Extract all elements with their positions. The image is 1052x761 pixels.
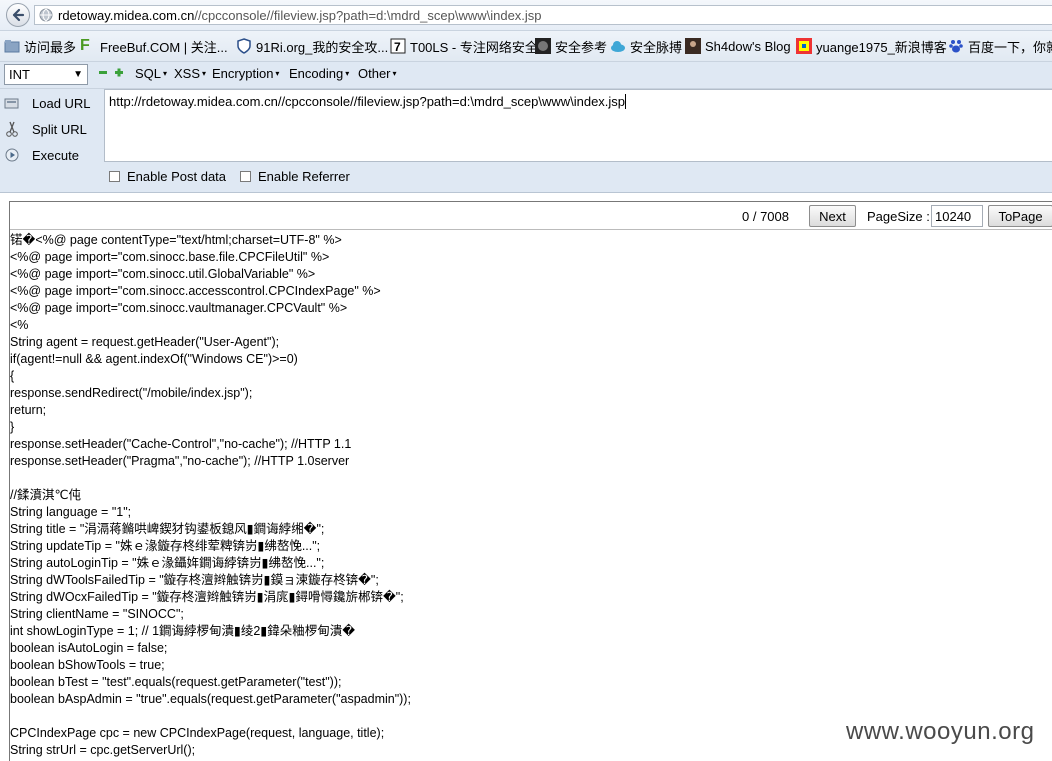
code-line: <%@ page import="com.sinocc.util.GlobalV…	[10, 267, 316, 281]
execute-button[interactable]: Execute	[4, 144, 79, 166]
bookmark-yuange-blog[interactable]: yuange1975_新浪博客	[796, 31, 947, 61]
url-textarea[interactable]: http://rdetoway.midea.com.cn//cpcconsole…	[104, 89, 1052, 162]
caret-down-icon: ▾	[275, 69, 280, 78]
bookmark-most-visited[interactable]: 访问最多	[4, 31, 76, 61]
code-line: String autoLoginTip = "姝ｅ湪鑷姩鐧诲綍锛岃▮绋嶅悗...…	[10, 556, 325, 570]
play-icon	[4, 147, 20, 163]
code-line: }	[10, 420, 15, 434]
int-select[interactable]: INT ▼	[4, 64, 88, 85]
address-bar-row: rdetoway.midea.com.cn//cpcconsole//filev…	[0, 0, 1052, 31]
cloud-icon	[610, 38, 626, 54]
caret-down-icon: ▾	[163, 69, 168, 78]
checkbox-box	[240, 171, 251, 182]
caret-down-icon: ▾	[392, 69, 397, 78]
next-button[interactable]: Next	[809, 205, 856, 227]
scissors-icon	[4, 121, 20, 137]
watermark: www.wooyun.org	[846, 718, 1035, 745]
bookmarks-bar: 访问最多 F FreeBuf.COM | 关注... 91Ri.org_我的安全…	[0, 31, 1052, 62]
code-line: return;	[10, 403, 47, 417]
code-line: int showLoginType = 1; // 1鐧诲綍椤甸潰▮绫2▮鍏朵粬…	[10, 624, 356, 638]
folder-icon	[4, 38, 20, 54]
hackbar-toolbar: INT ▼ SQL ▾ XSS ▾ Encryption ▾ Encoding ▾ Ot…	[0, 62, 1052, 89]
code-line: boolean isAutoLogin = false;	[10, 641, 168, 655]
bookmark-91ri[interactable]: 91Ri.org_我的安全攻...	[236, 31, 388, 61]
cartoon-icon	[796, 38, 812, 54]
code-line: String title = "涓滆蒋鏅哄崥鍥犲钩鍙板鎴风▮鐧诲綍缃�";	[10, 522, 325, 536]
paw-icon	[948, 38, 964, 54]
back-arrow-icon	[12, 8, 25, 22]
caret-down-icon: ▾	[202, 69, 207, 78]
chevron-down-icon: ▼	[73, 69, 83, 80]
back-button[interactable]	[6, 3, 30, 27]
code-line: boolean bAspAdmin = "true".equals(reques…	[10, 692, 411, 706]
code-line: response.setHeader("Cache-Control","no-c…	[10, 437, 352, 451]
code-line: response.sendRedirect("/mobile/index.jsp…	[10, 386, 253, 400]
increase-button[interactable]	[114, 65, 124, 82]
menu-encoding[interactable]: Encoding ▾	[289, 66, 349, 81]
code-line: String clientName = "SINOCC";	[10, 607, 184, 621]
code-line: String updateTip = "姝ｅ湪鏇存柊绯荤粺锛岃▮绋嶅悗...";	[10, 539, 321, 553]
code-line: boolean bShowTools = true;	[10, 658, 165, 672]
pagesize-label: PageSize :	[867, 209, 930, 224]
code-line: String dWOcxFailedTip = "鏇存柊澶辫触锛岃▮涓庣▮鐞嗗憳…	[10, 590, 404, 604]
bookmark-security-pulse[interactable]: 安全脉搏	[610, 31, 682, 61]
bookmark-baidu[interactable]: 百度一下，你就	[948, 31, 1052, 61]
minus-icon	[99, 71, 107, 74]
code-line: String language = "1";	[10, 505, 132, 519]
bookmark-sh4dow-blog[interactable]: Sh4dow's Blog	[685, 31, 791, 61]
enable-post-checkbox[interactable]: Enable Post data	[109, 169, 226, 184]
code-line: //鍒濆淇℃伅	[10, 488, 81, 502]
pager-bar: 0 / 7008 Next PageSize : 10240 ToPage	[10, 202, 1052, 230]
url-path: //cpcconsole//fileview.jsp?path=d:\mdrd_…	[194, 7, 542, 23]
code-line: boolean bTest = "test".equals(request.ge…	[10, 675, 342, 689]
file-content: 锘�<%@ page contentType="text/html;charse…	[10, 232, 411, 759]
caret-down-icon: ▾	[345, 69, 350, 78]
globe-icon	[39, 8, 53, 22]
code-line: 锘�<%@ page contentType="text/html;charse…	[10, 233, 342, 247]
bookmark-security-reference[interactable]: 安全参考	[535, 31, 607, 61]
code-line: <%	[10, 318, 29, 332]
decrease-button[interactable]	[98, 65, 108, 82]
code-line: if(agent!=null && agent.indexOf("Windows…	[10, 352, 298, 366]
code-line: String strUrl = cpc.getServerUrl();	[10, 743, 196, 757]
code-line: String dWToolsFailedTip = "鏇存柊澶辫触锛岃▮鏌ョ湅鏇…	[10, 573, 379, 587]
text-cursor	[625, 94, 627, 109]
bookmark-freebuf[interactable]: F FreeBuf.COM | 关注...	[80, 31, 228, 61]
svg-text:7: 7	[394, 40, 401, 54]
menu-sql[interactable]: SQL ▾	[135, 66, 167, 81]
tools-logo-icon: 7	[390, 38, 406, 54]
menu-xss[interactable]: XSS ▾	[174, 66, 206, 81]
enable-referrer-checkbox[interactable]: Enable Referrer	[240, 169, 350, 184]
plus-icon	[115, 68, 123, 77]
freebuf-logo-icon: F	[80, 37, 90, 54]
code-line: {	[10, 369, 15, 383]
code-line: response.setHeader("Pragma","no-cache");…	[10, 454, 350, 468]
topage-button[interactable]: ToPage	[988, 205, 1052, 227]
pagesize-input[interactable]: 10240	[931, 205, 983, 227]
address-bar-input[interactable]: rdetoway.midea.com.cn//cpcconsole//filev…	[34, 5, 1052, 25]
code-line: <%@ page import="com.sinocc.base.file.CP…	[10, 250, 330, 264]
url-host: rdetoway.midea.com.cn	[58, 7, 195, 23]
checkbox-box	[109, 171, 120, 182]
helmet-icon	[535, 38, 551, 54]
menu-encryption[interactable]: Encryption ▾	[212, 66, 279, 81]
load-icon	[4, 95, 20, 111]
load-url-button[interactable]: Load URL	[4, 92, 91, 114]
code-line: String agent = request.getHeader("User-A…	[10, 335, 280, 349]
avatar-icon	[685, 38, 701, 54]
file-view-panel: 0 / 7008 Next PageSize : 10240 ToPage 锘�…	[9, 201, 1052, 761]
code-line: <%@ page import="com.sinocc.accesscontro…	[10, 284, 381, 298]
hackbar-panel: Load URL Split URL Execute http://rdetow…	[0, 89, 1052, 193]
menu-other[interactable]: Other ▾	[358, 66, 397, 81]
split-url-button[interactable]: Split URL	[4, 118, 87, 140]
bookmark-t00ls[interactable]: 7 T00LS - 专注网络安全	[390, 31, 538, 61]
code-line: CPCIndexPage cpc = new CPCIndexPage(requ…	[10, 726, 385, 740]
shield-icon	[236, 38, 252, 54]
page-counter: 0 / 7008	[742, 209, 789, 224]
code-line: <%@ page import="com.sinocc.vaultmanager…	[10, 301, 348, 315]
